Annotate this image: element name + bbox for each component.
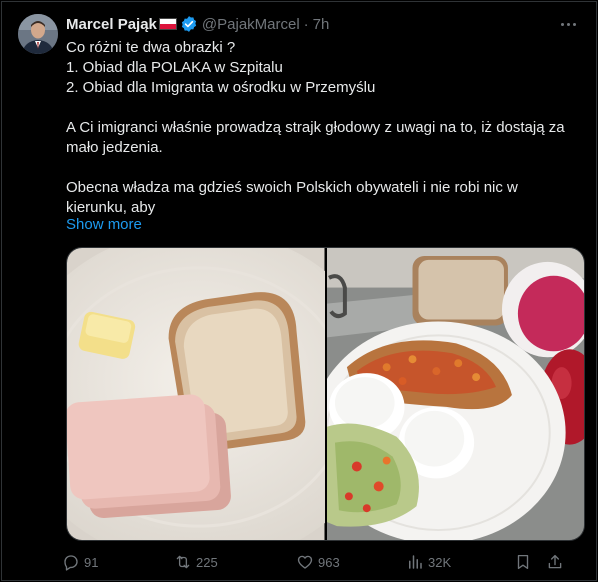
tweet-line: mało jedzenia. [66,139,163,156]
author-handle[interactable]: @PajakMarcel [202,16,300,33]
heart-icon [297,555,313,569]
verified-badge-icon[interactable] [180,15,198,33]
media-grid [66,247,585,541]
separator-dot: · [303,15,309,33]
tweet-line: 1. Obiad dla POLAKA w Szpitalu [66,59,283,76]
bookmark-button[interactable] [514,553,546,571]
like-button[interactable]: 963 [296,553,406,571]
tweet-header: Marcel Pająk @PajakMarcel · 7h [66,14,329,34]
tweet-line: Obecna władza ma gdzieś swoich Polskich … [66,179,518,196]
tweet-line [66,158,586,178]
tweet-line: 2. Obiad dla Imigranta w ośrodku w Przem… [66,79,376,96]
tweet-line: Co różni te dwa obrazki ? [66,39,236,56]
views-chart-icon [409,555,422,569]
views-button[interactable]: 32K [406,553,514,571]
tweet-line: kierunku, aby [66,199,156,216]
more-options-icon[interactable] [556,14,580,34]
author-avatar[interactable] [18,14,58,54]
repost-icon [176,555,190,569]
tweet-line [66,98,586,118]
reply-count: 91 [84,554,99,570]
author-name[interactable]: Marcel Pająk [66,16,157,33]
share-button[interactable] [546,553,570,571]
show-more-link[interactable]: Show more [66,216,142,233]
repost-count: 225 [196,554,218,570]
repost-button[interactable]: 225 [174,553,296,571]
share-icon [548,554,562,569]
like-count: 963 [318,554,340,570]
hospital-meal-photo[interactable] [67,248,325,540]
tweet-line: A Ci imigranci właśnie prowadzą strajk g… [66,119,565,136]
views-count: 32K [428,554,452,570]
reply-icon [64,555,78,571]
reply-button[interactable]: 91 [62,553,156,571]
tweet-actions: 91 225 963 32K [62,550,588,574]
bookmark-icon [517,554,529,570]
tweet-card: Marcel Pająk @PajakMarcel · 7h Co różni … [1,1,597,581]
immigrant-meal-photo[interactable] [326,248,584,540]
tweet-text: Co różni te dwa obrazki ? 1. Obiad dla P… [66,38,586,218]
tweet-time[interactable]: 7h [313,16,330,33]
poland-flag-icon [158,18,177,30]
